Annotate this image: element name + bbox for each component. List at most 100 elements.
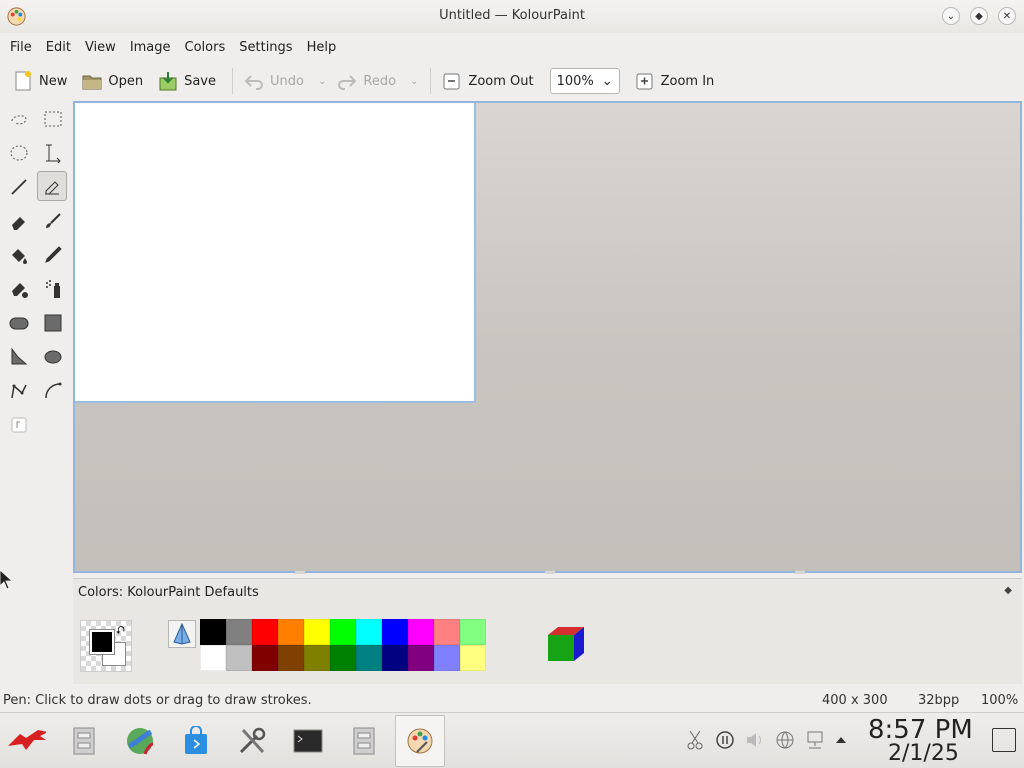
palette-swatch[interactable] [382, 619, 408, 645]
color-similarity-button[interactable] [168, 620, 196, 648]
elliptical-selection-tool[interactable] [4, 138, 34, 168]
palette-swatch[interactable] [434, 645, 460, 671]
filing-cabinet-icon [73, 727, 95, 755]
taskbar-terminal[interactable] [288, 721, 328, 761]
zoom-out-button[interactable]: Zoom Out [437, 66, 537, 96]
drawing-canvas[interactable] [75, 103, 476, 403]
chevron-down-icon: ⌄ [601, 73, 613, 89]
resize-handle-bottom-mid[interactable] [545, 571, 555, 574]
palette-swatch[interactable] [330, 619, 356, 645]
free-form-selection-tool[interactable] [4, 104, 34, 134]
pen-tool[interactable] [37, 171, 67, 201]
menu-image[interactable]: Image [124, 40, 177, 55]
tool-option-widget[interactable] [4, 410, 34, 440]
open-button[interactable]: Open [77, 66, 147, 96]
taskbar-file-manager-2[interactable] [344, 721, 384, 761]
save-button[interactable]: Save [153, 66, 220, 96]
foreground-color-swatch[interactable] [89, 629, 115, 655]
palette-swatch[interactable] [226, 645, 252, 671]
menu-edit[interactable]: Edit [40, 40, 77, 55]
panel-float-diamond-icon[interactable]: ◆ [1004, 585, 1012, 596]
palette-swatch[interactable] [252, 619, 278, 645]
media-pause-icon[interactable] [714, 729, 736, 751]
taskbar-software-center[interactable] [176, 721, 216, 761]
rounded-rectangle-tool[interactable] [4, 308, 34, 338]
color-picker-tool[interactable] [38, 240, 68, 270]
new-button[interactable]: New [8, 66, 71, 96]
palette-swatch[interactable] [304, 619, 330, 645]
undo-dropdown-chevron-icon[interactable]: ⌄ [318, 76, 326, 87]
polygon-tool[interactable] [4, 342, 34, 372]
palette-swatch[interactable] [356, 619, 382, 645]
taskbar-kolourpaint[interactable] [395, 715, 445, 767]
colors-panel-label: Colors: KolourPaint Defaults [78, 585, 259, 600]
polygon-icon [11, 347, 28, 365]
palette-swatch[interactable] [252, 645, 278, 671]
menu-settings[interactable]: Settings [233, 40, 298, 55]
tray-expand-arrow-icon[interactable] [830, 729, 852, 751]
palette-swatch[interactable] [304, 645, 330, 671]
palette-swatch[interactable] [200, 619, 226, 645]
palette-swatch[interactable] [408, 645, 434, 671]
color-cube-icon[interactable] [544, 623, 588, 667]
foreground-background-selector[interactable]: ⮏ [80, 620, 132, 672]
volume-icon[interactable] [744, 729, 766, 751]
rectangle-tool[interactable] [38, 308, 68, 338]
network-wired-icon[interactable] [804, 729, 826, 751]
line-tool[interactable] [4, 172, 34, 202]
network-globe-icon[interactable] [774, 729, 796, 751]
polyline-icon [11, 384, 27, 399]
menu-file[interactable]: File [4, 40, 38, 55]
ellipse-tool[interactable] [38, 342, 68, 372]
menu-help[interactable]: Help [301, 40, 343, 55]
close-button[interactable]: ✕ [998, 7, 1016, 25]
zoom-level-select[interactable]: 100% ⌄ [549, 68, 620, 94]
flood-fill-tool[interactable] [4, 240, 34, 270]
palette-swatch[interactable] [330, 645, 356, 671]
clock-date[interactable]: 2/1/25 [888, 741, 959, 766]
minimize-button[interactable]: ⌄ [942, 7, 960, 25]
show-desktop-button[interactable] [992, 728, 1016, 752]
menu-view[interactable]: View [79, 40, 122, 55]
undo-button[interactable]: Undo [239, 66, 308, 96]
canvas-scroll-area[interactable] [73, 101, 1022, 574]
taskbar-system-settings[interactable] [232, 721, 272, 761]
brush-tool[interactable] [38, 206, 68, 236]
ellipse-icon [44, 350, 62, 364]
undo-icon [244, 75, 263, 90]
palette-swatch[interactable] [382, 645, 408, 671]
taskbar-file-manager[interactable] [64, 721, 104, 761]
palette-swatch[interactable] [434, 619, 460, 645]
clipboard-scissors-icon[interactable] [684, 729, 706, 751]
resize-handle-bottom-right[interactable] [795, 571, 805, 574]
eraser-tool[interactable] [4, 206, 34, 236]
folder-open-icon [82, 75, 102, 90]
connected-lines-tool[interactable] [4, 376, 34, 406]
palette-swatch[interactable] [460, 619, 486, 645]
rectangular-selection-tool[interactable] [38, 104, 68, 134]
text-tool[interactable] [38, 138, 68, 168]
palette-swatch[interactable] [226, 619, 252, 645]
spraycan-tool[interactable] [38, 274, 68, 304]
menu-colors[interactable]: Colors [179, 40, 232, 55]
zoom-in-button[interactable]: Zoom In [630, 66, 719, 96]
palette-swatch[interactable] [460, 645, 486, 671]
palette-swatch[interactable] [408, 619, 434, 645]
swap-colors-icon[interactable]: ⮏ [116, 622, 125, 641]
palette-swatch[interactable] [200, 645, 226, 671]
spraycan-icon [46, 280, 60, 298]
toolbar-separator [232, 68, 234, 94]
resize-handle-bottom[interactable] [295, 571, 305, 574]
maximize-button[interactable]: ◆ [970, 7, 988, 25]
palette-swatch[interactable] [356, 645, 382, 671]
palette-swatch[interactable] [278, 645, 304, 671]
application-launcher-button[interactable] [6, 721, 46, 761]
color-eraser-tool[interactable] [4, 274, 34, 304]
palette-swatch[interactable] [278, 619, 304, 645]
eyedropper-icon [45, 246, 62, 263]
redo-dropdown-chevron-icon[interactable]: ⌄ [410, 76, 418, 87]
taskbar-web-browser[interactable] [120, 721, 160, 761]
curve-tool[interactable] [38, 376, 68, 406]
redo-button[interactable]: Redo [332, 66, 400, 96]
line-icon [11, 179, 27, 195]
